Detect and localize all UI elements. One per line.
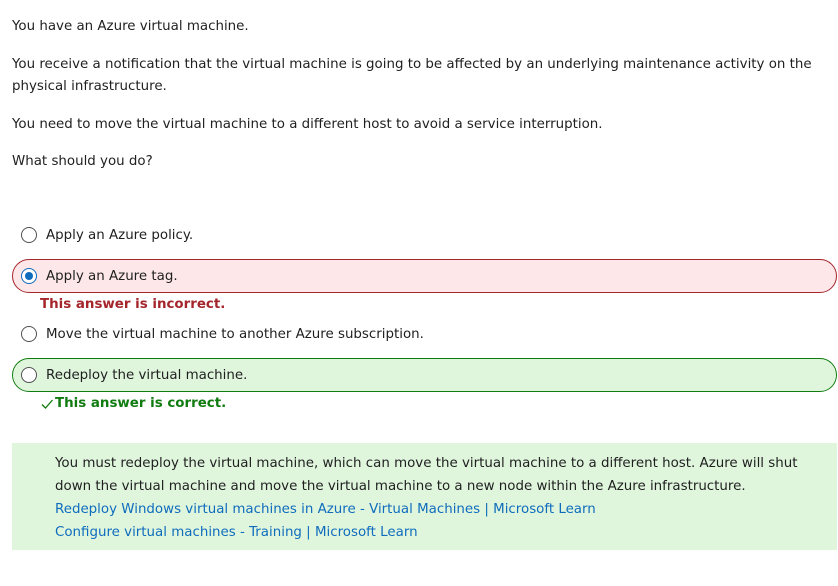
- radio-button-icon[interactable]: [21, 227, 37, 243]
- radio-button-icon[interactable]: [21, 326, 37, 342]
- answer-option-label: Apply an Azure policy.: [46, 227, 194, 243]
- explanation-text: You must redeploy the virtual machine, w…: [55, 456, 798, 494]
- answer-option-2[interactable]: Apply an Azure tag.: [12, 259, 837, 293]
- answer-option-label: Apply an Azure tag.: [46, 268, 178, 284]
- question-line-3: You need to move the virtual machine to …: [12, 117, 603, 132]
- incorrect-feedback: This answer is incorrect.: [40, 297, 226, 312]
- reference-link-redeploy[interactable]: Redeploy Windows virtual machines in Azu…: [55, 498, 837, 521]
- radio-button-icon[interactable]: [21, 367, 37, 383]
- answer-option-label: Move the virtual machine to another Azur…: [46, 326, 424, 342]
- radio-button-icon[interactable]: [21, 268, 37, 284]
- answer-option-1[interactable]: Apply an Azure policy.: [12, 218, 837, 252]
- reference-link-configure[interactable]: Configure virtual machines - Training | …: [55, 521, 837, 544]
- answer-option-4[interactable]: Redeploy the virtual machine.: [12, 358, 837, 392]
- checkmark-icon: [41, 399, 53, 409]
- question-line-1: You have an Azure virtual machine.: [12, 19, 249, 34]
- explanation-box: You must redeploy the virtual machine, w…: [12, 443, 837, 550]
- correct-feedback: This answer is correct.: [40, 395, 226, 413]
- answer-option-label: Redeploy the virtual machine.: [46, 367, 248, 383]
- question-prompt: What should you do?: [12, 154, 153, 169]
- question-line-2: You receive a notification that the virt…: [12, 57, 812, 94]
- answer-option-3[interactable]: Move the virtual machine to another Azur…: [12, 317, 837, 351]
- correct-feedback-text: This answer is correct.: [55, 396, 227, 411]
